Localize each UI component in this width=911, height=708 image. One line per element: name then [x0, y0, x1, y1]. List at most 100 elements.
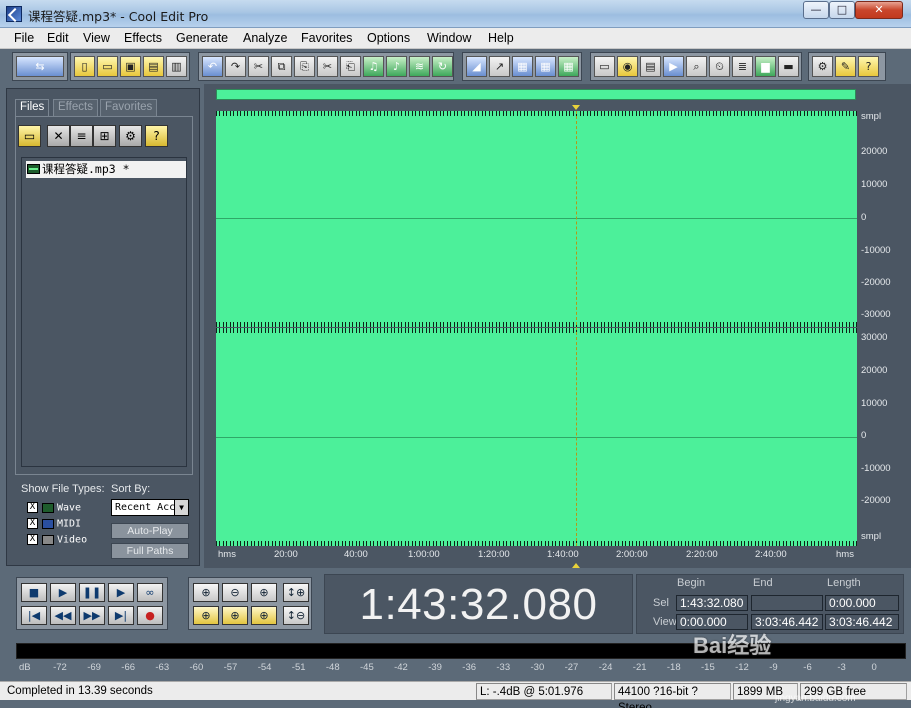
zoom-in-icon[interactable]: ⊕	[193, 583, 219, 602]
stop-button[interactable]: ■	[21, 583, 47, 602]
checkbox[interactable]: X	[27, 518, 38, 529]
file-type-video[interactable]: X Video	[27, 534, 87, 548]
info-window-icon[interactable]: ▤	[640, 56, 661, 77]
undo-icon[interactable]: ↶	[202, 56, 223, 77]
zoom-out-vertical-icon[interactable]: ↕⊖	[283, 606, 309, 625]
menu-view[interactable]: View	[83, 31, 110, 45]
auto-play-button[interactable]: Auto-Play	[111, 523, 189, 539]
time-select-icon[interactable]: ▦	[512, 56, 533, 77]
level-meter-tick: -27	[564, 662, 579, 673]
status-bar-icon[interactable]: ▬	[778, 56, 799, 77]
channel-left[interactable]	[216, 111, 857, 327]
level-meter-icon[interactable]: ▆	[755, 56, 776, 77]
view-length-field[interactable]: 3:03:46.442	[825, 614, 899, 630]
tab-files[interactable]: Files	[15, 99, 50, 116]
copy-icon[interactable]: ⧉	[271, 56, 292, 77]
zoom-selection-icon[interactable]: ⊕	[193, 606, 219, 625]
chevron-down-icon[interactable]: ▼	[174, 500, 188, 515]
menu-favorites[interactable]: Favorites	[301, 31, 352, 45]
waveform-overview-bar[interactable]	[216, 89, 856, 100]
selection-window-icon[interactable]: ≣	[732, 56, 753, 77]
maximize-button[interactable]: □	[829, 1, 855, 19]
app-icon[interactable]	[6, 6, 22, 22]
mix-paste-icon[interactable]: ♪	[386, 56, 407, 77]
save-as-icon[interactable]: ▤	[143, 56, 164, 77]
file-list-item[interactable]: 课程答疑.mp3 *	[26, 161, 186, 178]
record-button[interactable]: ●	[137, 606, 163, 625]
menu-help[interactable]: Help	[488, 31, 514, 45]
zoom-full-icon[interactable]: ⊕	[251, 583, 277, 602]
cut-icon[interactable]: ✂	[317, 56, 338, 77]
paste-new-icon[interactable]: ♫	[363, 56, 384, 77]
snap-icon[interactable]: ↻	[432, 56, 453, 77]
menu-edit[interactable]: Edit	[47, 31, 69, 45]
file-type-midi[interactable]: X MIDI	[27, 518, 81, 532]
menu-options[interactable]: Options	[367, 31, 410, 45]
zoom-right-icon[interactable]: ⊕	[251, 606, 277, 625]
channel-right[interactable]	[216, 328, 857, 546]
close-button[interactable]: ✕	[855, 1, 903, 19]
transport-window-icon[interactable]: ▶	[663, 56, 684, 77]
insert-cd-list-icon[interactable]: ⊞	[93, 125, 116, 147]
loop-button[interactable]: ∞	[137, 583, 163, 602]
menu-file[interactable]: File	[14, 31, 34, 45]
options-icon[interactable]: ⚙	[119, 125, 142, 147]
menu-window[interactable]: Window	[427, 31, 471, 45]
save-icon[interactable]: ▣	[120, 56, 141, 77]
level-meter-tick: -42	[394, 662, 408, 673]
menu-analyze[interactable]: Analyze	[243, 31, 287, 45]
help-icon[interactable]: ?	[858, 56, 879, 77]
copy-new-icon[interactable]: ⎘	[294, 56, 315, 77]
go-to-end-button[interactable]: ▶|	[108, 606, 134, 625]
fast-forward-button[interactable]: ▶▶	[79, 606, 105, 625]
help-icon[interactable]: ?	[145, 125, 168, 147]
script-icon[interactable]: ✎	[835, 56, 856, 77]
spectral-icon[interactable]: ▦	[535, 56, 556, 77]
file-list: 课程答疑.mp3 *	[21, 157, 187, 467]
paste-icon[interactable]: ⎗	[340, 56, 361, 77]
zoom-in-vertical-icon[interactable]: ↕⊕	[283, 583, 309, 602]
new-file-icon[interactable]: ▯	[74, 56, 95, 77]
sel-begin-field[interactable]: 1:43:32.080	[676, 595, 748, 611]
play-to-end-button[interactable]: ▶	[108, 583, 134, 602]
full-paths-button[interactable]: Full Paths	[111, 543, 189, 559]
zoom-out-icon[interactable]: ⊖	[222, 583, 248, 602]
sel-length-field[interactable]: 0:00.000	[825, 595, 899, 611]
sel-end-field[interactable]	[751, 595, 823, 611]
tab-favorites[interactable]: Favorites	[100, 99, 158, 116]
minimize-button[interactable]: —	[803, 1, 829, 19]
repeat-last-icon[interactable]: ✂	[248, 56, 269, 77]
checkbox[interactable]: X	[27, 502, 38, 513]
playhead-cursor[interactable]	[576, 111, 577, 546]
save-all-icon[interactable]: ▥	[166, 56, 187, 77]
redo-icon[interactable]: ↷	[225, 56, 246, 77]
close-file-icon[interactable]: ✕	[47, 125, 70, 147]
open-file-icon[interactable]: ▭	[97, 56, 118, 77]
pause-button[interactable]: ❚❚	[79, 583, 105, 602]
amplify-icon[interactable]: ↗	[489, 56, 510, 77]
open-file-icon[interactable]: ▭	[18, 125, 41, 147]
trim-icon[interactable]: ≋	[409, 56, 430, 77]
menu-effects[interactable]: Effects	[124, 31, 162, 45]
rewind-button[interactable]: ◀◀	[50, 606, 76, 625]
time-window-icon[interactable]: ⏲	[709, 56, 730, 77]
sort-by-select[interactable]: Recent Acc ▼	[111, 499, 189, 516]
menu-generate[interactable]: Generate	[176, 31, 228, 45]
tab-effects[interactable]: Effects	[53, 99, 98, 116]
zoom-left-icon[interactable]: ⊕	[222, 606, 248, 625]
play-button[interactable]: ▶	[50, 583, 76, 602]
time-ruler[interactable]: hms 20:00 40:00 1:00:00 1:20:00 1:40:00 …	[216, 547, 857, 563]
insert-multitrack-icon[interactable]: ≡	[70, 125, 93, 147]
loop-icon[interactable]: ▦	[558, 56, 579, 77]
settings-icon[interactable]: ⚙	[812, 56, 833, 77]
zoom-window-icon[interactable]: ⌕	[686, 56, 707, 77]
multitrack-toggle-icon[interactable]: ⇆	[16, 56, 64, 77]
envelope-icon[interactable]: ◢	[466, 56, 487, 77]
organizer-window-icon[interactable]: ▭	[594, 56, 615, 77]
file-type-wave[interactable]: X Wave	[27, 502, 81, 516]
go-to-start-button[interactable]: |◀	[21, 606, 47, 625]
playhead-marker-top[interactable]	[572, 105, 580, 110]
playhead-marker-bottom[interactable]	[572, 563, 580, 568]
cd-player-icon[interactable]: ◉	[617, 56, 638, 77]
checkbox[interactable]: X	[27, 534, 38, 545]
